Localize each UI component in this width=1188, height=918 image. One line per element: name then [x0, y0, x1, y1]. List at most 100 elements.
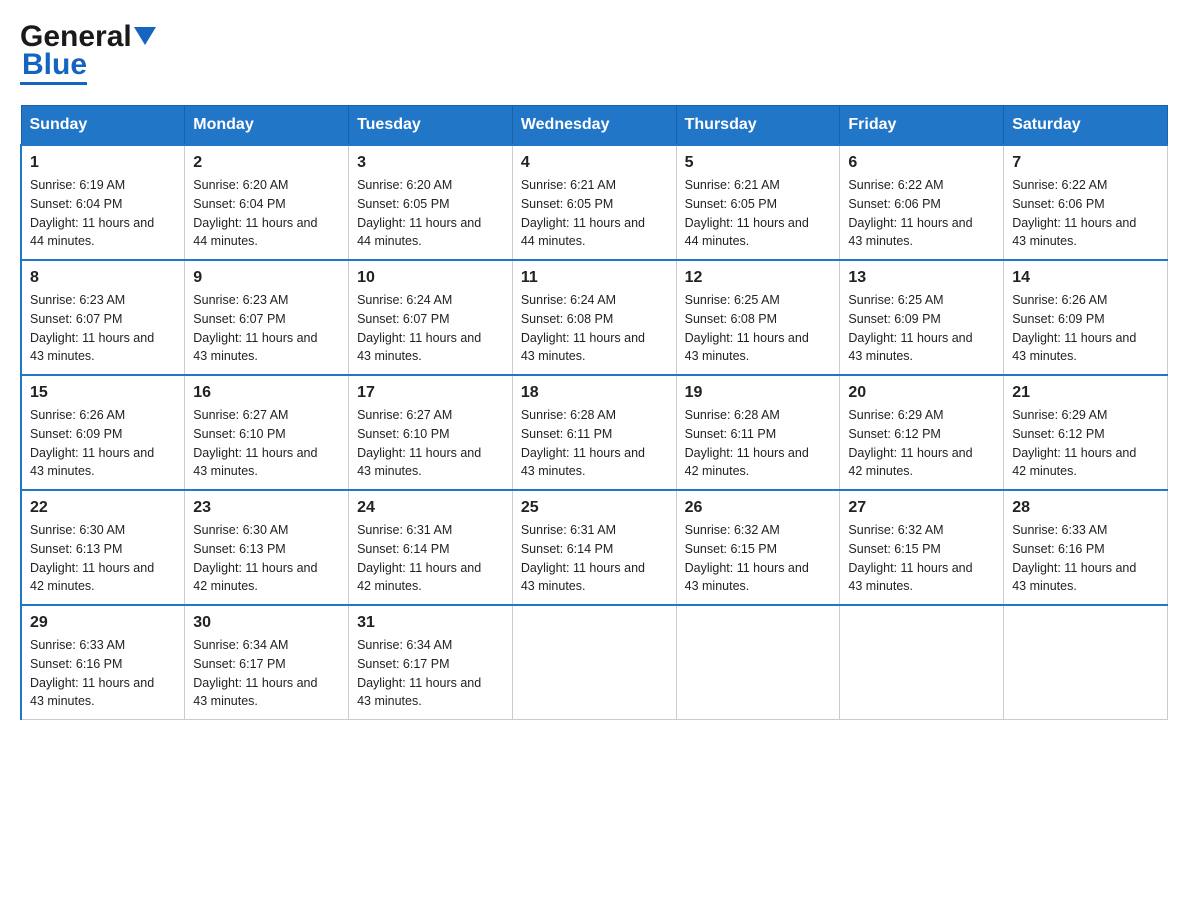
day-number: 16: [193, 384, 340, 402]
day-info: Sunrise: 6:23 AMSunset: 6:07 PMDaylight:…: [30, 291, 176, 366]
day-number: 23: [193, 499, 340, 517]
day-info: Sunrise: 6:24 AMSunset: 6:08 PMDaylight:…: [521, 291, 668, 366]
day-info: Sunrise: 6:28 AMSunset: 6:11 PMDaylight:…: [521, 406, 668, 481]
day-info: Sunrise: 6:27 AMSunset: 6:10 PMDaylight:…: [357, 406, 504, 481]
week-row-2: 8 Sunrise: 6:23 AMSunset: 6:07 PMDaylight…: [21, 260, 1168, 375]
table-row: 30 Sunrise: 6:34 AMSunset: 6:17 PMDayligh…: [185, 605, 349, 720]
day-number: 5: [685, 154, 832, 172]
table-row: 11 Sunrise: 6:24 AMSunset: 6:08 PMDayligh…: [512, 260, 676, 375]
day-info: Sunrise: 6:34 AMSunset: 6:17 PMDaylight:…: [357, 636, 504, 711]
day-info: Sunrise: 6:31 AMSunset: 6:14 PMDaylight:…: [357, 521, 504, 596]
col-header-saturday: Saturday: [1004, 106, 1168, 146]
table-row: [840, 605, 1004, 720]
table-row: 9Sunrise: 6:23 AMSunset: 6:07 PMDaylight…: [185, 260, 349, 375]
table-row: [512, 605, 676, 720]
day-info: Sunrise: 6:27 AMSunset: 6:10 PMDaylight:…: [193, 406, 340, 481]
calendar-header-row: SundayMondayTuesdayWednesdayThursdayFrid…: [21, 106, 1168, 146]
logo-blue-text: Blue: [20, 50, 87, 85]
day-info: Sunrise: 6:22 AMSunset: 6:06 PMDaylight:…: [1012, 176, 1159, 251]
day-number: 24: [357, 499, 504, 517]
day-info: Sunrise: 6:30 AMSunset: 6:13 PMDaylight:…: [30, 521, 176, 596]
day-info: Sunrise: 6:26 AMSunset: 6:09 PMDaylight:…: [1012, 291, 1159, 366]
table-row: 22Sunrise: 6:30 AMSunset: 6:13 PMDayligh…: [21, 490, 185, 605]
logo-triangle-icon: [134, 27, 156, 49]
calendar-table: SundayMondayTuesdayWednesdayThursdayFrid…: [20, 105, 1168, 720]
day-number: 11: [521, 269, 668, 287]
day-number: 31: [357, 614, 504, 632]
day-info: Sunrise: 6:21 AMSunset: 6:05 PMDaylight:…: [521, 176, 668, 251]
day-info: Sunrise: 6:30 AMSunset: 6:13 PMDaylight:…: [193, 521, 340, 596]
table-row: 16 Sunrise: 6:27 AMSunset: 6:10 PMDayligh…: [185, 375, 349, 490]
day-info: Sunrise: 6:31 AMSunset: 6:14 PMDaylight:…: [521, 521, 668, 596]
table-row: 24 Sunrise: 6:31 AMSunset: 6:14 PMDayligh…: [349, 490, 513, 605]
day-number: 14: [1012, 269, 1159, 287]
table-row: 7Sunrise: 6:22 AMSunset: 6:06 PMDaylight…: [1004, 145, 1168, 260]
day-info: Sunrise: 6:34 AMSunset: 6:17 PMDaylight:…: [193, 636, 340, 711]
day-info: Sunrise: 6:33 AMSunset: 6:16 PMDaylight:…: [30, 636, 176, 711]
day-info: Sunrise: 6:32 AMSunset: 6:15 PMDaylight:…: [685, 521, 832, 596]
col-header-friday: Friday: [840, 106, 1004, 146]
table-row: 27 Sunrise: 6:32 AMSunset: 6:15 PMDayligh…: [840, 490, 1004, 605]
day-info: Sunrise: 6:33 AMSunset: 6:16 PMDaylight:…: [1012, 521, 1159, 596]
week-row-1: 1 Sunrise: 6:19 AMSunset: 6:04 PMDaylight…: [21, 145, 1168, 260]
day-info: Sunrise: 6:19 AMSunset: 6:04 PMDaylight:…: [30, 176, 176, 251]
day-number: 21: [1012, 384, 1159, 402]
table-row: 4 Sunrise: 6:21 AMSunset: 6:05 PMDaylight…: [512, 145, 676, 260]
day-info: Sunrise: 6:20 AMSunset: 6:05 PMDaylight:…: [357, 176, 504, 251]
page-header: General Blue: [20, 20, 1168, 85]
day-number: 17: [357, 384, 504, 402]
day-number: 28: [1012, 499, 1159, 517]
table-row: 15 Sunrise: 6:26 AMSunset: 6:09 PMDayligh…: [21, 375, 185, 490]
table-row: 13 Sunrise: 6:25 AMSunset: 6:09 PMDayligh…: [840, 260, 1004, 375]
day-number: 30: [193, 614, 340, 632]
table-row: [1004, 605, 1168, 720]
table-row: 20Sunrise: 6:29 AMSunset: 6:12 PMDayligh…: [840, 375, 1004, 490]
day-number: 8: [30, 269, 176, 287]
table-row: 1 Sunrise: 6:19 AMSunset: 6:04 PMDaylight…: [21, 145, 185, 260]
day-number: 10: [357, 269, 504, 287]
day-number: 4: [521, 154, 668, 172]
day-number: 1: [30, 154, 176, 172]
week-row-5: 29 Sunrise: 6:33 AMSunset: 6:16 PMDayligh…: [21, 605, 1168, 720]
day-number: 29: [30, 614, 176, 632]
day-number: 3: [357, 154, 504, 172]
day-number: 13: [848, 269, 995, 287]
day-number: 27: [848, 499, 995, 517]
table-row: 2Sunrise: 6:20 AMSunset: 6:04 PMDaylight…: [185, 145, 349, 260]
table-row: 28 Sunrise: 6:33 AMSunset: 6:16 PMDayligh…: [1004, 490, 1168, 605]
day-info: Sunrise: 6:29 AMSunset: 6:12 PMDaylight:…: [1012, 406, 1159, 481]
day-number: 9: [193, 269, 340, 287]
table-row: 21 Sunrise: 6:29 AMSunset: 6:12 PMDayligh…: [1004, 375, 1168, 490]
logo: General Blue: [20, 20, 156, 85]
col-header-monday: Monday: [185, 106, 349, 146]
table-row: 3 Sunrise: 6:20 AMSunset: 6:05 PMDaylight…: [349, 145, 513, 260]
week-row-4: 22Sunrise: 6:30 AMSunset: 6:13 PMDayligh…: [21, 490, 1168, 605]
table-row: 6Sunrise: 6:22 AMSunset: 6:06 PMDaylight…: [840, 145, 1004, 260]
day-info: Sunrise: 6:25 AMSunset: 6:08 PMDaylight:…: [685, 291, 832, 366]
table-row: 23 Sunrise: 6:30 AMSunset: 6:13 PMDayligh…: [185, 490, 349, 605]
day-info: Sunrise: 6:26 AMSunset: 6:09 PMDaylight:…: [30, 406, 176, 481]
table-row: 8 Sunrise: 6:23 AMSunset: 6:07 PMDaylight…: [21, 260, 185, 375]
col-header-wednesday: Wednesday: [512, 106, 676, 146]
col-header-tuesday: Tuesday: [349, 106, 513, 146]
day-number: 19: [685, 384, 832, 402]
table-row: 19Sunrise: 6:28 AMSunset: 6:11 PMDayligh…: [676, 375, 840, 490]
day-number: 18: [521, 384, 668, 402]
day-number: 15: [30, 384, 176, 402]
day-number: 2: [193, 154, 340, 172]
day-info: Sunrise: 6:24 AMSunset: 6:07 PMDaylight:…: [357, 291, 504, 366]
table-row: 12 Sunrise: 6:25 AMSunset: 6:08 PMDayligh…: [676, 260, 840, 375]
day-info: Sunrise: 6:22 AMSunset: 6:06 PMDaylight:…: [848, 176, 995, 251]
day-info: Sunrise: 6:25 AMSunset: 6:09 PMDaylight:…: [848, 291, 995, 366]
table-row: 14 Sunrise: 6:26 AMSunset: 6:09 PMDayligh…: [1004, 260, 1168, 375]
table-row: 31 Sunrise: 6:34 AMSunset: 6:17 PMDayligh…: [349, 605, 513, 720]
col-header-thursday: Thursday: [676, 106, 840, 146]
col-header-sunday: Sunday: [21, 106, 185, 146]
day-number: 12: [685, 269, 832, 287]
day-info: Sunrise: 6:29 AMSunset: 6:12 PMDaylight:…: [848, 406, 995, 481]
table-row: 25Sunrise: 6:31 AMSunset: 6:14 PMDayligh…: [512, 490, 676, 605]
table-row: 18 Sunrise: 6:28 AMSunset: 6:11 PMDayligh…: [512, 375, 676, 490]
day-info: Sunrise: 6:32 AMSunset: 6:15 PMDaylight:…: [848, 521, 995, 596]
table-row: 17 Sunrise: 6:27 AMSunset: 6:10 PMDayligh…: [349, 375, 513, 490]
week-row-3: 15 Sunrise: 6:26 AMSunset: 6:09 PMDayligh…: [21, 375, 1168, 490]
